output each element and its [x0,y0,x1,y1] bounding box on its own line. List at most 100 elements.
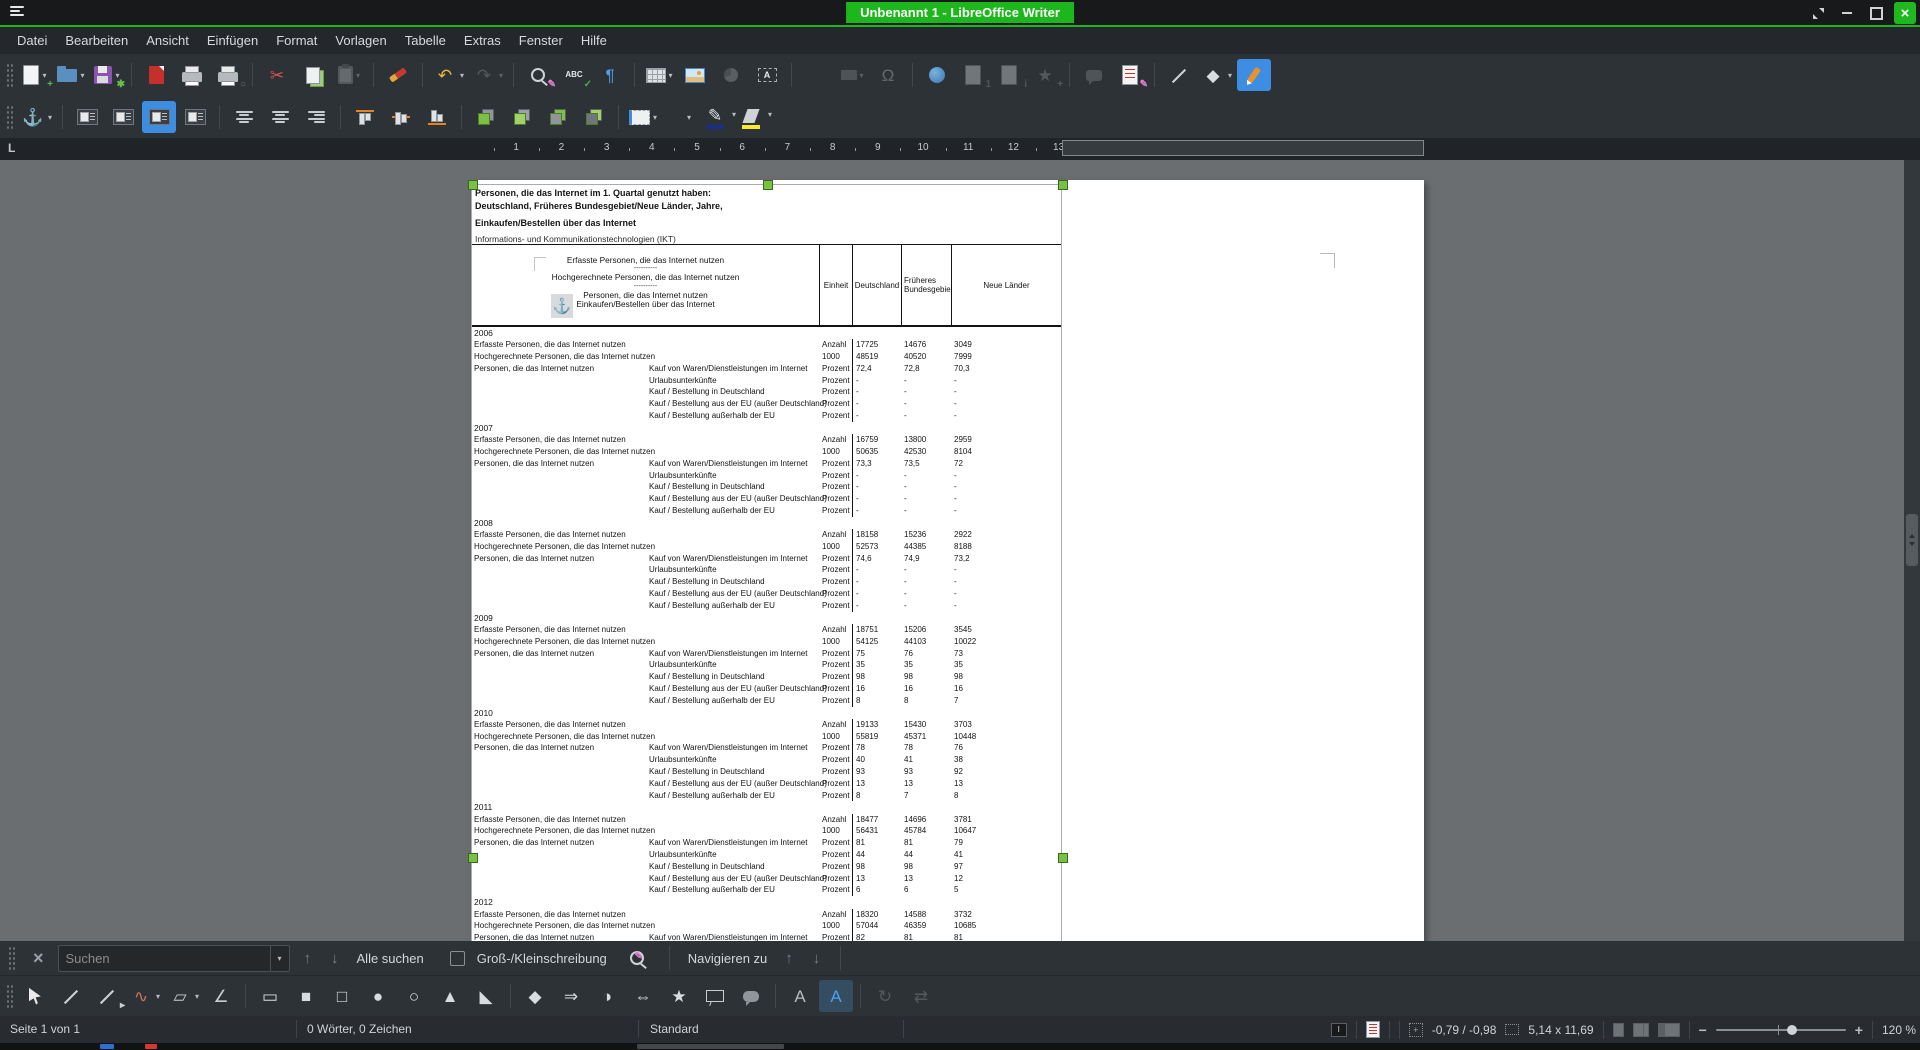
zoom-in-button[interactable]: + [1855,1022,1863,1038]
copy-icon[interactable] [296,59,330,91]
insert-footnote-icon[interactable]: 1 [956,59,990,91]
wrap-off-icon[interactable] [70,101,104,133]
double-arrow-icon[interactable]: ⇔ [626,980,660,1012]
align-top-icon[interactable] [348,101,382,133]
menu-format[interactable]: Format [267,27,326,54]
taskbar-icon-red[interactable] [145,1044,157,1049]
insert-chart-icon[interactable] [714,59,748,91]
zoom-level[interactable]: 120 % [1882,1023,1916,1037]
open-icon[interactable]: ▾ [54,59,88,91]
formatting-marks-icon[interactable]: ¶ [593,59,627,91]
show-draw-functions-icon[interactable] [1237,59,1271,91]
send-to-back-icon[interactable] [577,101,611,133]
find-all-button[interactable]: Alle suchen [353,951,428,966]
menu-tabelle[interactable]: Tabelle [396,27,455,54]
zoom-out-button[interactable]: − [1699,1022,1707,1038]
insert-text-frame-icon[interactable]: A [819,980,853,1012]
select-icon[interactable] [18,980,52,1012]
align-left-icon[interactable] [227,101,261,133]
line-ends-arrow-icon[interactable]: ▸ [90,980,124,1012]
insert-comment-icon[interactable] [1077,59,1111,91]
align-right-icon[interactable] [299,101,333,133]
freeform-line-icon[interactable]: ∠ [204,980,238,1012]
right-triangle-icon[interactable]: ◣ [469,980,503,1012]
export-pdf-icon[interactable] [139,59,173,91]
toolbar-grip[interactable] [6,63,13,87]
maximize-button[interactable] [1865,2,1887,24]
selection-mode-icon[interactable]: I [1331,1023,1347,1037]
menu-extras[interactable]: Extras [455,27,510,54]
taskbar-icon-blue[interactable] [100,1044,114,1049]
wrap-optimal-icon[interactable] [142,101,176,133]
find-and-replace-icon[interactable]: ✎ [620,942,654,974]
basic-shapes-icon[interactable]: ◆▾ [1198,59,1235,91]
paste-icon[interactable]: ▾ [332,59,366,91]
word-count[interactable]: 0 Wörter, 0 Zeichen [307,1022,412,1036]
menu-einfgen[interactable]: Einfügen [198,27,267,54]
fontwork-icon[interactable]: A [783,980,817,1012]
search-field[interactable] [59,951,270,966]
round-callout-icon[interactable] [734,980,768,1012]
save-icon[interactable]: ✱▾ [90,59,124,91]
frame-handle-middle-left[interactable] [468,853,478,863]
cut-icon[interactable]: ✂ [260,59,294,91]
book-view-button[interactable] [1658,1023,1680,1037]
taskbar-item[interactable] [637,1044,784,1049]
find-next-button[interactable]: ↓ [325,950,345,967]
undo-icon[interactable]: ↶▾ [430,59,467,91]
align-center-icon[interactable] [263,101,297,133]
rectangle-icon[interactable]: ▭ [253,980,287,1012]
insert-line-icon[interactable] [1162,59,1196,91]
find-previous-button[interactable]: ↑ [298,950,318,967]
redo-icon[interactable]: ↷▾ [469,59,506,91]
match-case-label[interactable]: Groß-/Kleinschreibung [473,951,611,966]
rectangle-filled-icon[interactable]: ■ [289,980,323,1012]
find-and-replace-icon[interactable]: ✎ [521,59,555,91]
line-icon[interactable] [54,980,88,1012]
send-backward-icon[interactable] [541,101,575,133]
frame-handle-top-right[interactable] [1058,180,1068,190]
curve-icon[interactable]: ∿▾ [126,980,163,1012]
menu-datei[interactable]: Datei [8,27,56,54]
frame-handle-top-left[interactable] [468,180,478,190]
wrap-parallel-icon[interactable] [106,101,140,133]
anchor-icon[interactable]: ⚓▾ [18,101,55,133]
ellipse-icon[interactable]: ○ [397,980,431,1012]
minimize-button[interactable] [1836,2,1858,24]
border-color-icon[interactable]: ✎▾ [698,100,732,135]
track-changes-icon[interactable]: ✎ [1113,59,1147,91]
bring-forward-icon[interactable] [505,101,539,133]
insert-bookmark-icon[interactable]: ★+ [1028,59,1062,91]
insert-endnote-icon[interactable]: i [992,59,1026,91]
insert-page-break-icon[interactable] [799,59,833,91]
wrap-through-icon[interactable] [178,101,212,133]
flip-icon[interactable]: ⇄ [904,980,938,1012]
border-style-icon[interactable]: ▾ [662,101,696,133]
bring-to-front-icon[interactable] [469,101,503,133]
spelling-icon[interactable]: ABC✓ [557,59,591,91]
tab-stop-selector[interactable]: L [8,141,15,155]
navigate-previous-button[interactable]: ↑ [779,950,799,967]
search-input[interactable]: ▾ [58,945,290,972]
menu-bearbeiten[interactable]: Bearbeiten [56,27,137,54]
align-middle-icon[interactable] [384,101,418,133]
search-history-dropdown[interactable]: ▾ [270,946,289,971]
insert-table-icon[interactable]: ▾ [642,59,676,91]
circle-pie-icon[interactable]: ◑ [590,980,624,1012]
polygon-icon[interactable]: ▱▾ [165,980,202,1012]
frame-handle-middle-right[interactable] [1058,853,1068,863]
zoom-slider[interactable] [1716,1029,1846,1031]
document-page[interactable]: Personen, die das Internet im 1. Quartal… [471,180,1424,941]
toolbar-grip[interactable] [8,946,15,970]
insert-field-icon[interactable]: ▾ [835,59,869,91]
print-icon[interactable] [175,59,209,91]
frame-handle-top-middle[interactable] [763,180,773,190]
insert-hyperlink-icon[interactable] [920,59,954,91]
insert-image-icon[interactable] [678,59,712,91]
document-modified-icon[interactable] [1366,1021,1380,1038]
close-button[interactable]: × [1894,2,1916,24]
rectangular-callout-icon[interactable] [698,980,732,1012]
menu-vorlagen[interactable]: Vorlagen [326,27,395,54]
hamburger-menu-icon[interactable] [10,6,24,16]
rotate-icon[interactable]: ↻ [868,980,902,1012]
